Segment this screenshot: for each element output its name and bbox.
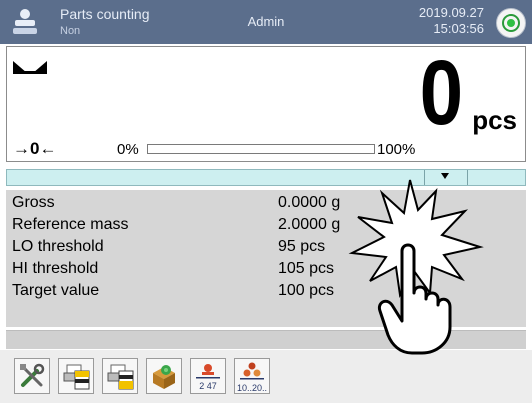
info-label: LO threshold <box>12 238 104 255</box>
piece-count-label: 2 47 <box>199 381 217 391</box>
load-bargraph <box>147 144 375 154</box>
threshold-indicator-bar <box>6 169 526 186</box>
info-value: 100 pcs <box>278 282 335 299</box>
weighing-display: 0 pcs →0← 0% 100% <box>6 42 526 162</box>
weight-value: 0 <box>419 42 463 144</box>
info-panel[interactable]: Gross 0.0000 g Reference mass 2.0000 g L… <box>6 190 526 327</box>
scale-min-label: 0% <box>117 141 139 158</box>
time-label: 15:03:56 <box>433 21 484 36</box>
reference-sample-label: 10..20.. <box>236 383 268 393</box>
print-footer-button[interactable] <box>102 358 138 394</box>
info-label: Gross <box>12 194 55 211</box>
print-header-button[interactable] <box>58 358 94 394</box>
stability-indicator-icon[interactable] <box>496 8 526 38</box>
info-value: 0.0000 g <box>278 194 341 211</box>
settings-tools-icon <box>20 363 45 387</box>
weight-unit[interactable]: pcs <box>472 105 517 136</box>
info-label: Target value <box>12 282 100 299</box>
settings-tools-button[interactable] <box>14 358 50 394</box>
info-value: 2.0000 g <box>278 216 341 233</box>
print-header-icon <box>63 364 90 390</box>
info-value: 95 pcs <box>278 238 326 255</box>
piece-count-icon <box>196 364 220 379</box>
date-label: 2019.09.27 <box>418 5 484 20</box>
date-time: 2019.09.27 15:03:56 <box>419 5 484 37</box>
database-box-icon <box>153 365 175 389</box>
reference-sample-button[interactable]: 10..20.. <box>234 358 270 394</box>
scale-max-label: 100% <box>377 141 416 158</box>
reference-sample-icon <box>240 362 264 380</box>
info-label: HI threshold <box>12 260 99 277</box>
stability-marker-icon <box>13 59 47 80</box>
database-button[interactable] <box>146 358 182 394</box>
print-footer-icon <box>107 364 134 390</box>
piece-count-button[interactable]: 2 47 <box>190 358 226 394</box>
info-label: Reference mass <box>12 216 129 233</box>
info-value: 105 pcs <box>278 260 335 277</box>
zero-indicator: →0← <box>13 139 57 158</box>
threshold-marker-icon <box>441 173 449 179</box>
top-bar: Parts counting Non Admin 2019.09.27 15:0… <box>0 0 532 44</box>
bottom-toolbar: 2 47 10..20.. <box>0 350 532 403</box>
info-divider <box>6 330 526 349</box>
